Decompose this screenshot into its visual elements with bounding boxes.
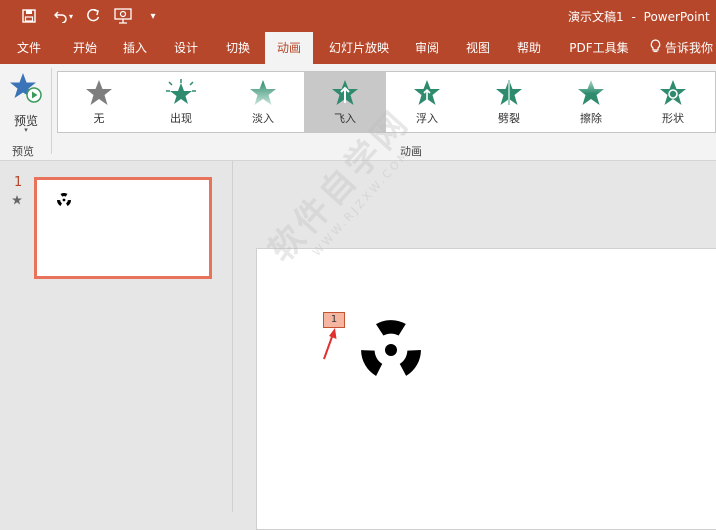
animation-label: 淡入 <box>252 112 274 125</box>
document-name: 演示文稿1 <box>568 10 624 24</box>
tab-home[interactable]: 开始 <box>62 32 108 64</box>
animation-split[interactable]: 劈裂 <box>468 72 550 132</box>
tab-animations[interactable]: 动画 <box>265 32 313 64</box>
preview-star-icon <box>10 72 42 107</box>
tab-help[interactable]: 帮助 <box>506 32 552 64</box>
title-separator: - <box>631 10 636 24</box>
lightbulb-icon <box>650 33 661 65</box>
slide-thumbnail-pane: 1 <box>0 161 233 512</box>
animation-float-in[interactable]: 浮入 <box>386 72 468 132</box>
title-bar: ▾ ▾ 演示文稿1 - PowerPoint <box>0 0 716 32</box>
redo-icon[interactable] <box>82 6 104 26</box>
animation-shape[interactable]: 形状 <box>632 72 714 132</box>
animation-wipe[interactable]: 擦除 <box>550 72 632 132</box>
star-float-in-icon <box>414 80 440 105</box>
animation-label: 擦除 <box>580 112 602 125</box>
customize-qat-icon[interactable]: ▾ <box>142 6 164 26</box>
tab-insert[interactable]: 插入 <box>112 32 158 64</box>
animation-label: 无 <box>93 112 105 125</box>
animation-label: 飞入 <box>334 112 356 125</box>
animations-ribbon: 预览 ▾ 无 出现 淡入 飞入 浮入 劈裂 擦除 形状 预览 动画 <box>0 64 716 161</box>
animation-gallery: 无 出现 淡入 飞入 浮入 劈裂 擦除 形状 <box>57 71 716 133</box>
star-appear-icon <box>166 79 196 104</box>
pointer-arrow-icon <box>323 328 337 360</box>
tab-review[interactable]: 审阅 <box>404 32 450 64</box>
tab-view[interactable]: 视图 <box>455 32 501 64</box>
animation-star-icon <box>12 194 22 208</box>
animation-fly-in[interactable]: 飞入 <box>304 72 386 132</box>
preview-dropdown-icon[interactable]: ▾ <box>6 126 46 134</box>
star-split-icon <box>496 80 522 105</box>
tell-me-label: 告诉我你 <box>665 41 714 55</box>
animation-label: 劈裂 <box>498 112 520 125</box>
slide-thumbnail[interactable] <box>34 177 212 279</box>
animation-label: 出现 <box>170 112 192 125</box>
star-wipe-icon <box>578 80 604 105</box>
undo-dropdown-icon[interactable]: ▾ <box>66 6 76 26</box>
save-icon[interactable] <box>18 6 40 26</box>
radiation-symbol-icon[interactable] <box>361 320 421 380</box>
tab-design[interactable]: 设计 <box>163 32 209 64</box>
animation-none[interactable]: 无 <box>58 72 140 132</box>
animation-appear[interactable]: 出现 <box>140 72 222 132</box>
animation-label: 形状 <box>662 112 684 125</box>
group-divider <box>51 68 52 154</box>
tab-tell-me[interactable]: 告诉我你 <box>650 32 716 64</box>
animation-label: 浮入 <box>416 112 438 125</box>
animation-fade[interactable]: 淡入 <box>222 72 304 132</box>
star-none-icon <box>86 80 112 105</box>
radiation-symbol-thumbnail-icon <box>57 193 71 210</box>
preview-button[interactable]: 预览 ▾ <box>6 70 46 136</box>
star-fly-in-icon <box>332 80 358 105</box>
preview-group-label: 预览 <box>12 145 34 158</box>
animation-group-label: 动画 <box>400 145 422 158</box>
slide-number: 1 <box>14 175 23 190</box>
tab-slideshow[interactable]: 幻灯片放映 <box>324 32 394 64</box>
tab-pdf-tools[interactable]: PDF工具集 <box>564 32 634 64</box>
window-title: 演示文稿1 - PowerPoint <box>568 8 710 25</box>
slide-canvas[interactable] <box>256 248 716 530</box>
app-name: PowerPoint <box>643 10 710 24</box>
tab-file[interactable]: 文件 <box>6 32 52 64</box>
star-shape-icon <box>660 80 686 105</box>
tab-transitions[interactable]: 切换 <box>215 32 261 64</box>
ribbon-tab-bar: 文件 开始 插入 设计 切换 动画 幻灯片放映 审阅 视图 帮助 PDF工具集 … <box>0 32 716 64</box>
slideshow-start-icon[interactable] <box>112 6 134 26</box>
star-fade-icon <box>250 80 276 105</box>
